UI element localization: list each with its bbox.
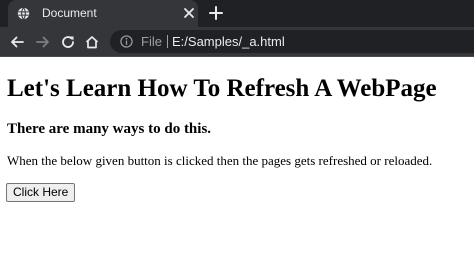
back-arrow-icon[interactable] — [9, 34, 25, 50]
new-tab-icon[interactable] — [208, 5, 224, 21]
globe-icon — [17, 7, 30, 20]
home-icon[interactable] — [84, 34, 100, 50]
origin-label: File — [141, 34, 162, 49]
page-content: Let's Learn How To Refresh A WebPage The… — [0, 57, 474, 255]
page-subtitle: There are many ways to do this. — [7, 121, 212, 137]
address-bar[interactable]: File E:/Samples/_a.html — [110, 30, 474, 53]
tab-strip: Document — [0, 0, 474, 27]
url-text[interactable]: E:/Samples/_a.html — [172, 34, 285, 49]
click-here-button[interactable]: Click Here — [6, 183, 76, 202]
tab-document[interactable]: Document — [8, 0, 198, 27]
reload-icon[interactable] — [60, 34, 76, 50]
toolbar: File E:/Samples/_a.html — [0, 27, 474, 57]
close-icon[interactable] — [183, 7, 195, 19]
tab-title: Document — [42, 6, 97, 20]
info-icon[interactable] — [120, 35, 133, 48]
browser-window: Document File E:/Samples/_a.html Let's L… — [0, 0, 474, 255]
address-separator — [167, 35, 168, 48]
forward-arrow-icon[interactable] — [35, 34, 51, 50]
page-title: Let's Learn How To Refresh A WebPage — [7, 75, 437, 102]
page-paragraph: When the below given button is clicked t… — [7, 153, 433, 168]
